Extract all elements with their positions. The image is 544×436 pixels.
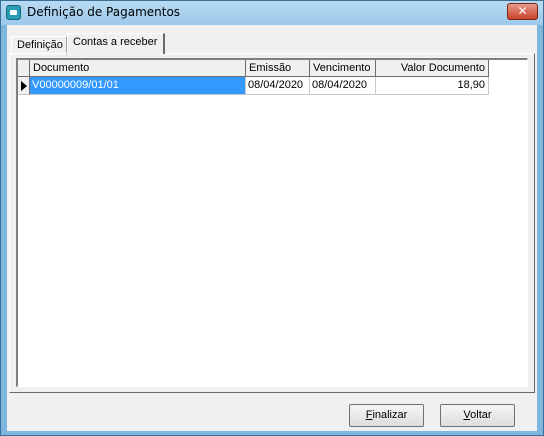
voltar-button[interactable]: Voltar <box>440 404 515 427</box>
current-row-arrow-icon <box>21 81 27 91</box>
finalizar-button[interactable]: Finalizar <box>349 404 424 427</box>
voltar-label: oltar <box>470 409 492 421</box>
grid-header: Documento Emissão Vencimento Valor Docum… <box>18 60 489 77</box>
table-row[interactable]: V00000009/01/01 08/04/2020 08/04/2020 18… <box>18 77 489 95</box>
tab-panel-contas-a-receber: Documento Emissão Vencimento Valor Docum… <box>9 53 535 393</box>
app-icon <box>6 5 21 20</box>
title-bar[interactable]: Definição de Pagamentos ✕ <box>1 1 543 25</box>
finalizar-label: inalizar <box>372 409 408 421</box>
window: Definição de Pagamentos ✕ Definição Cont… <box>0 0 544 436</box>
close-icon: ✕ <box>517 4 528 18</box>
client-area: Definição Contas a receber Documento Emi… <box>7 25 537 431</box>
cell-vencimento[interactable]: 08/04/2020 <box>310 77 376 95</box>
cell-documento[interactable]: V00000009/01/01 <box>30 77 246 95</box>
cell-valor-documento[interactable]: 18,90 <box>376 77 489 95</box>
column-header-vencimento[interactable]: Vencimento <box>310 60 376 77</box>
row-indicator <box>18 77 30 95</box>
tab-contas-a-receber[interactable]: Contas a receber <box>67 33 165 54</box>
window-title: Definição de Pagamentos <box>27 5 181 19</box>
cell-emissao[interactable]: 08/04/2020 <box>246 77 310 95</box>
column-header-documento[interactable]: Documento <box>30 60 246 77</box>
column-header-emissao[interactable]: Emissão <box>246 60 310 77</box>
column-header-valor-documento[interactable]: Valor Documento <box>376 60 489 77</box>
close-button[interactable]: ✕ <box>507 3 538 20</box>
accounts-grid[interactable]: Documento Emissão Vencimento Valor Docum… <box>16 58 528 387</box>
header-indicator <box>18 60 30 77</box>
